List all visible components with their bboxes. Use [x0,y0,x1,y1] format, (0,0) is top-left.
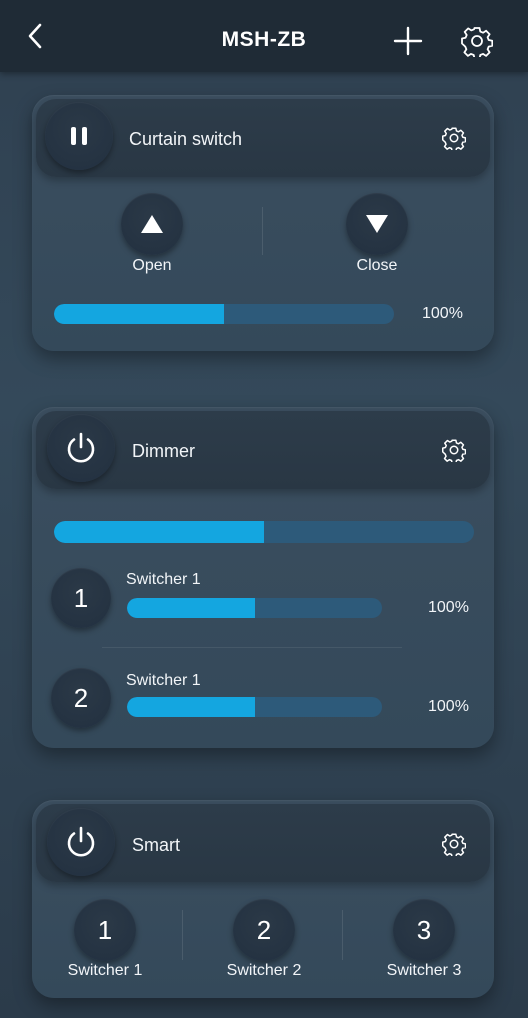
close-button[interactable] [346,193,408,255]
dimmer-card: Dimmer 1 Switcher 1 100% 2 Switcher 1 10… [32,407,494,748]
smart-switch-1-button[interactable]: 1 [74,899,136,961]
smart-power-button[interactable] [47,808,115,876]
smart-card-header: Smart [36,804,490,882]
dimmer-master-slider[interactable] [54,521,474,543]
channel-number: 2 [73,682,89,713]
add-icon[interactable] [393,26,423,56]
switch-number: 1 [97,914,113,945]
dimmer-channel-1-button[interactable]: 1 [51,568,111,628]
channel-2-slider[interactable] [127,697,382,717]
curtain-progress-bar[interactable] [54,304,394,324]
channel-1-slider[interactable] [127,598,382,618]
dimmer-master-fill [54,521,264,543]
smart-title: Smart [132,835,181,855]
curtain-card-header: Curtain switch [36,99,490,177]
channel-divider [102,647,402,648]
smart-divider-1 [182,910,183,960]
smart-switch-3-button[interactable]: 3 [393,899,455,961]
dimmer-settings-icon[interactable] [442,438,466,462]
up-triangle-icon [141,215,163,233]
page-title: MSH-ZB [221,28,307,51]
smart-settings-icon[interactable] [442,832,466,856]
settings-gear-icon[interactable] [461,25,493,57]
curtain-switch-card: Curtain switch Open Close 100% [32,95,494,351]
curtain-settings-icon[interactable] [442,126,466,150]
channel-label: Switcher 1 [126,672,201,689]
power-icon [67,826,95,857]
dimmer-card-header: Dimmer [36,411,490,489]
smart-divider-2 [342,910,343,960]
channel-label: Switcher 1 [126,571,201,588]
dimmer-power-button[interactable] [47,414,115,482]
channel-2-percent: 100% [428,698,469,715]
switch-label: Switcher 2 [226,962,302,979]
power-icon [67,432,95,463]
curtain-progress-fill [54,304,224,324]
switch-number: 2 [256,914,272,945]
top-bar: MSH-ZB [0,0,528,72]
dimmer-title: Dimmer [132,441,195,461]
channel-1-fill [127,598,255,618]
channel-number: 1 [73,582,89,613]
curtain-title: Curtain switch [129,129,243,149]
switch-number: 3 [416,914,432,945]
open-button[interactable] [121,193,183,255]
switch-label: Switcher 3 [386,962,462,979]
close-label: Close [356,257,398,274]
channel-2-fill [127,697,255,717]
smart-switch-2-button[interactable]: 2 [233,899,295,961]
dimmer-channel-2-button[interactable]: 2 [51,668,111,728]
pause-icon [71,127,87,145]
down-triangle-icon [366,215,388,233]
open-label: Open [132,257,172,274]
curtain-divider [262,207,263,255]
curtain-percent: 100% [422,305,463,322]
switch-label: Switcher 1 [67,962,143,979]
channel-1-percent: 100% [428,599,469,616]
smart-card: Smart 1 Switcher 1 2 Switcher 2 3 Switch… [32,800,494,998]
pause-button[interactable] [45,102,113,170]
